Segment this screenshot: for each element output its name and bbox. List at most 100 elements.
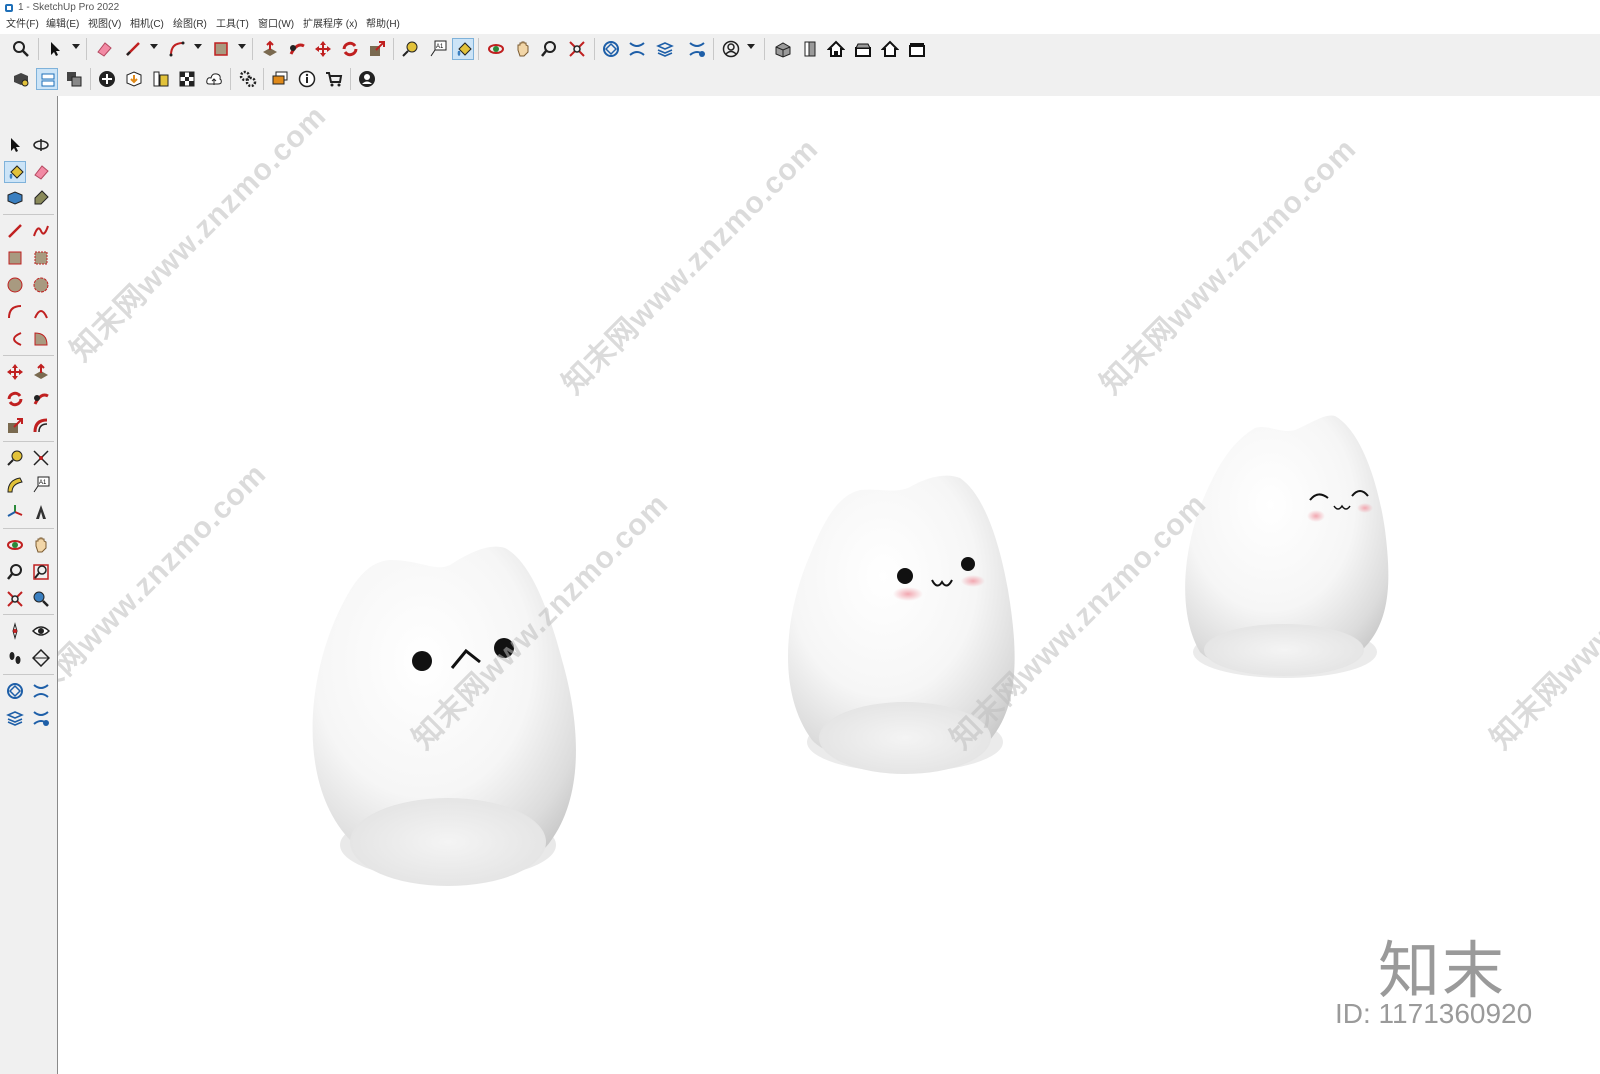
eraser-tool-icon[interactable]: [30, 161, 52, 183]
sandbox-drape-icon[interactable]: [4, 707, 26, 729]
orbit-icon[interactable]: [485, 38, 507, 60]
push-pull-tool-icon[interactable]: [30, 361, 52, 383]
rectangle-tool-icon[interactable]: [4, 247, 26, 269]
sandbox-from-contours-icon[interactable]: [4, 680, 26, 702]
tape-measure-icon[interactable]: [399, 38, 421, 60]
cart-icon[interactable]: [323, 68, 345, 90]
profile-icon[interactable]: [356, 68, 378, 90]
protractor-tool-icon[interactable]: [4, 474, 26, 496]
section-plane-icon[interactable]: [30, 647, 52, 669]
footprints-icon[interactable]: [4, 647, 26, 669]
settings-gears-icon[interactable]: [237, 68, 259, 90]
orbit-tool-icon[interactable]: [4, 534, 26, 556]
outliner-icon[interactable]: [36, 68, 58, 90]
paint-bucket-icon[interactable]: [452, 38, 474, 60]
menu-tools[interactable]: 工具(T): [216, 16, 249, 34]
scenes-icon[interactable]: [63, 68, 85, 90]
move-icon[interactable]: [312, 38, 334, 60]
menu-view[interactable]: 视图(V): [88, 16, 121, 34]
sandbox-stamp-icon[interactable]: [626, 38, 648, 60]
line-tool-icon[interactable]: [4, 220, 26, 242]
cloud-upload-icon[interactable]: [203, 68, 225, 90]
walk-tool-icon[interactable]: [4, 620, 26, 642]
menu-window[interactable]: 窗口(W): [258, 16, 294, 34]
pan-tool-icon[interactable]: [30, 534, 52, 556]
model-scene: [312, 415, 1389, 886]
checker-icon[interactable]: [176, 68, 198, 90]
layers-icon[interactable]: [654, 38, 676, 60]
model-viewport[interactable]: 知末网www.znzmo.com 知末网www.znzmo.com 知末网www…: [58, 96, 1600, 1074]
menu-edit[interactable]: 编辑(E): [46, 16, 79, 34]
add-location-icon[interactable]: [96, 68, 118, 90]
scale-icon[interactable]: [366, 38, 388, 60]
zoom-window-tool-icon[interactable]: [30, 561, 52, 583]
home-view-icon[interactable]: [825, 38, 847, 60]
move-tool-icon[interactable]: [4, 361, 26, 383]
rotate-icon[interactable]: [339, 38, 361, 60]
zoom-extents-icon[interactable]: [566, 38, 588, 60]
zoom-icon[interactable]: [10, 38, 32, 60]
position-camera-icon[interactable]: [30, 588, 52, 610]
menu-camera[interactable]: 相机(C): [130, 16, 164, 34]
sketchup-app-icon: [5, 4, 13, 12]
select-tool-icon[interactable]: [4, 134, 26, 156]
lamp-medium-left-cheek: [893, 587, 923, 601]
info-icon[interactable]: [296, 68, 318, 90]
rotated-rectangle-icon[interactable]: [30, 247, 52, 269]
house-outline-icon[interactable]: [879, 38, 901, 60]
scale-tool-icon[interactable]: [4, 415, 26, 437]
follow-me-icon[interactable]: [286, 38, 308, 60]
iso-view-icon[interactable]: [772, 38, 794, 60]
back-view-icon[interactable]: [852, 38, 874, 60]
zoom-window-icon[interactable]: [538, 38, 560, 60]
eraser-icon[interactable]: [93, 38, 115, 60]
two-point-arc-icon[interactable]: [30, 301, 52, 323]
offset-tool-icon[interactable]: [30, 415, 52, 437]
sandbox-add-detail-icon[interactable]: [30, 707, 52, 729]
select-arrow-icon[interactable]: [44, 38, 66, 60]
3d-text-tool-icon[interactable]: [30, 501, 52, 523]
lasso-orbit-icon[interactable]: [30, 134, 52, 156]
circle-tool-icon[interactable]: [4, 274, 26, 296]
tape-tool-icon[interactable]: [4, 447, 26, 469]
sandbox-smoove-icon[interactable]: [30, 680, 52, 702]
library-icon[interactable]: [150, 68, 172, 90]
components-icon[interactable]: [10, 68, 32, 90]
three-point-arc-icon[interactable]: [4, 328, 26, 350]
tag-tool-icon[interactable]: [30, 187, 52, 209]
3d-warehouse-icon[interactable]: [123, 68, 145, 90]
axes-tool-icon[interactable]: [4, 501, 26, 523]
polygon-tool-icon[interactable]: [30, 274, 52, 296]
store-view-icon[interactable]: [906, 38, 928, 60]
paint-tool-icon[interactable]: [4, 161, 26, 183]
menu-file[interactable]: 文件(F): [6, 16, 39, 34]
menu-draw[interactable]: 绘图(R): [173, 16, 207, 34]
dimension-tool-icon[interactable]: [30, 447, 52, 469]
freehand-tool-icon[interactable]: [30, 220, 52, 242]
menu-extensions[interactable]: 扩展程序 (x): [303, 16, 357, 34]
rotate-tool-icon[interactable]: [4, 388, 26, 410]
zoom-extents-tool-icon[interactable]: [4, 588, 26, 610]
arc-tool-icon[interactable]: [4, 301, 26, 323]
text-tool-icon[interactable]: A1: [30, 474, 52, 496]
component-tool-icon[interactable]: [4, 187, 26, 209]
push-pull-icon[interactable]: [259, 38, 281, 60]
look-around-eye-icon[interactable]: [30, 620, 52, 642]
menu-help[interactable]: 帮助(H): [366, 16, 400, 34]
message-icon[interactable]: [269, 68, 291, 90]
text-label-icon[interactable]: A1: [427, 38, 449, 60]
front-view-icon[interactable]: [799, 38, 821, 60]
cat-lamp-small[interactable]: [1185, 415, 1389, 678]
lamp-small-right-cheek: [1357, 503, 1373, 513]
sandbox-icon[interactable]: [600, 38, 622, 60]
pie-tool-icon[interactable]: [30, 328, 52, 350]
follow-me-tool-icon[interactable]: [30, 388, 52, 410]
user-account-icon[interactable]: [720, 38, 742, 60]
arc-icon[interactable]: [166, 38, 188, 60]
pan-icon[interactable]: [512, 38, 534, 60]
pencil-line-icon[interactable]: [122, 38, 144, 60]
sandbox-flip-icon[interactable]: [686, 38, 708, 60]
rectangle-icon[interactable]: [210, 38, 232, 60]
svg-text:A1: A1: [39, 480, 47, 486]
zoom-tool-icon[interactable]: [4, 561, 26, 583]
